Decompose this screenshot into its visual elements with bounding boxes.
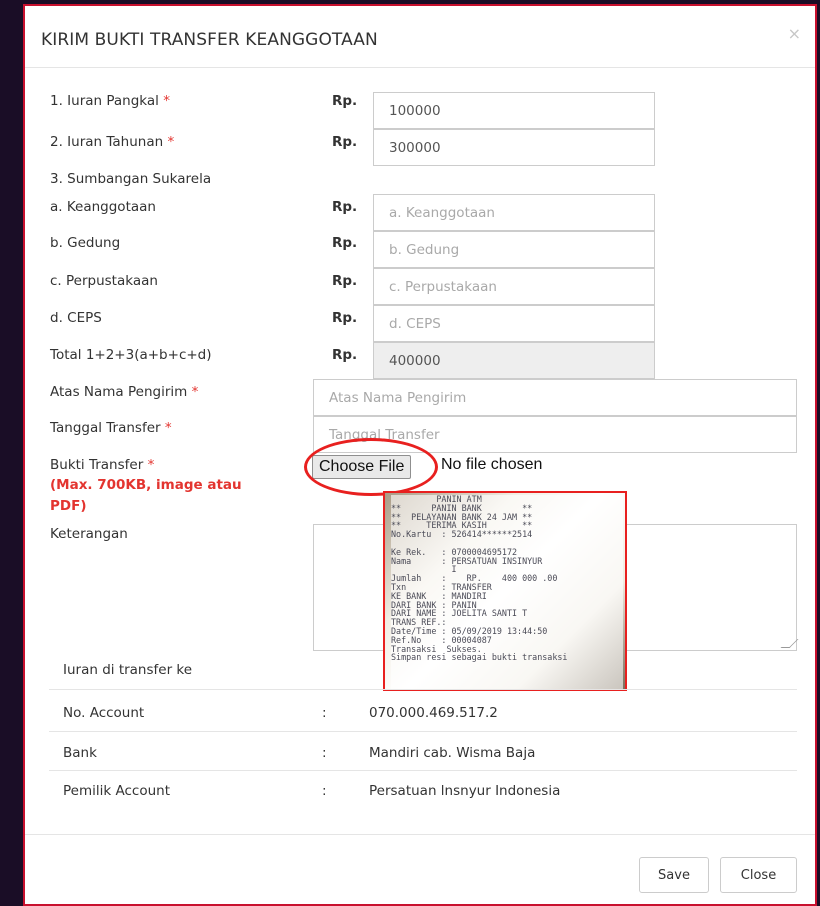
currency-label: Rp. xyxy=(332,235,358,251)
file-status-text: No file chosen xyxy=(441,456,543,473)
separator: : xyxy=(322,745,327,761)
annotation-circle xyxy=(304,438,438,496)
iuran-pangkal-input[interactable]: 100000 xyxy=(373,92,655,129)
perpustakaan-input[interactable]: c. Perpustakaan xyxy=(373,268,655,305)
divider xyxy=(49,731,797,732)
divider xyxy=(49,689,797,690)
atm-receipt-image: PANIN ATM ** PANIN BANK ** ** PELAYANAN … xyxy=(383,491,627,691)
currency-label: Rp. xyxy=(332,199,358,215)
bank-value: Mandiri cab. Wisma Baja xyxy=(369,745,536,761)
bukti-type-hint: PDF) xyxy=(50,498,87,514)
label-iuran-tahunan: 2. Iuran Tahunan * xyxy=(50,134,175,150)
close-button[interactable]: Close xyxy=(720,857,797,893)
label-gedung: b. Gedung xyxy=(50,235,121,251)
account-number-value: 070.000.469.517.2 xyxy=(369,705,498,721)
label-bukti-transfer: Bukti Transfer * xyxy=(50,457,155,473)
label-keterangan: Keterangan xyxy=(50,526,128,542)
atas-nama-input[interactable]: Atas Nama Pengirim xyxy=(313,379,797,416)
label-ceps: d. CEPS xyxy=(50,310,102,326)
required-mark: * xyxy=(167,134,175,150)
required-mark: * xyxy=(147,457,155,473)
receipt-text: PANIN ATM ** PANIN BANK ** ** PELAYANAN … xyxy=(391,495,623,689)
currency-label: Rp. xyxy=(332,273,358,289)
account-owner-value: Persatuan lnsnyur Indonesia xyxy=(369,783,561,799)
modal-header: KIRIM BUKTI TRANSFER KEANGGOTAAN × xyxy=(25,6,815,68)
currency-label: Rp. xyxy=(332,134,358,150)
save-button[interactable]: Save xyxy=(639,857,709,893)
label-perpustakaan: c. Perpustakaan xyxy=(50,273,158,289)
close-icon[interactable]: × xyxy=(788,24,801,43)
bank-label: Bank xyxy=(63,745,97,761)
account-owner-label: Pemilik Account xyxy=(63,783,170,799)
transfer-info-heading: Iuran di transfer ke xyxy=(63,662,193,678)
total-input: 400000 xyxy=(373,342,655,379)
separator: : xyxy=(322,705,327,721)
label-atas-nama: Atas Nama Pengirim * xyxy=(50,384,199,400)
iuran-tahunan-input[interactable]: 300000 xyxy=(373,129,655,166)
required-mark: * xyxy=(191,384,199,400)
label-keanggotaan: a. Keanggotaan xyxy=(50,199,156,215)
transfer-proof-modal: KIRIM BUKTI TRANSFER KEANGGOTAAN × 1. Iu… xyxy=(23,4,817,906)
ceps-input[interactable]: d. CEPS xyxy=(373,305,655,342)
keanggotaan-input[interactable]: a. Keanggotaan xyxy=(373,194,655,231)
required-mark: * xyxy=(164,420,172,436)
separator: : xyxy=(322,783,327,799)
label-sumbangan-sukarela: 3. Sumbangan Sukarela xyxy=(50,171,212,187)
bukti-size-hint: (Max. 700KB, image atau xyxy=(50,477,242,493)
gedung-input[interactable]: b. Gedung xyxy=(373,231,655,268)
label-tanggal-transfer: Tanggal Transfer * xyxy=(50,420,172,436)
account-number-label: No. Account xyxy=(63,705,145,721)
required-mark: * xyxy=(163,93,170,109)
resize-handle-icon[interactable] xyxy=(780,639,799,648)
modal-footer-divider xyxy=(25,834,815,835)
currency-label: Rp. xyxy=(332,347,358,363)
currency-label: Rp. xyxy=(332,310,358,326)
divider xyxy=(49,770,797,771)
label-total: Total 1+2+3(a+b+c+d) xyxy=(50,347,212,363)
label-iuran-pangkal: 1. Iuran Pangkal * xyxy=(50,93,170,109)
currency-label: Rp. xyxy=(332,93,358,109)
modal-title: KIRIM BUKTI TRANSFER KEANGGOTAAN xyxy=(41,30,378,50)
